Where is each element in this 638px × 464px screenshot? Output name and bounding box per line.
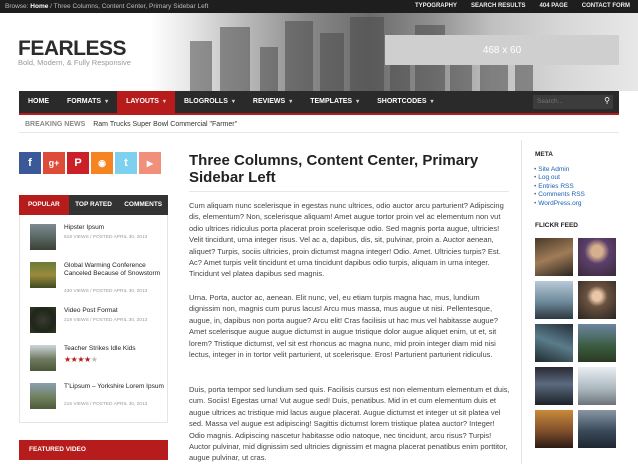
toplink-404-page[interactable]: 404 PAGE — [540, 3, 568, 9]
breaking-news-label: BREAKING NEWS — [25, 121, 86, 128]
breaking-news-link[interactable]: Ram Trucks Super Bowl Commercial "Farmer… — [87, 121, 237, 128]
chevron-down-icon: ▾ — [430, 99, 434, 105]
search-input[interactable] — [533, 95, 613, 109]
nav-item-home[interactable]: HOME — [19, 91, 58, 113]
rss-icon[interactable]: ◉ — [91, 152, 113, 174]
article-paragraph: Duis, porta tempor sed lundium sed quis.… — [189, 385, 510, 463]
popular-posts-list: Hipster Ipsum 618 VIEWS / POSTED APRIL 3… — [19, 215, 168, 423]
main-nav: HOME FORMATS ▾ LAYOUTS ▾ BLOGROLLS ▾ REVIEW… — [19, 91, 619, 113]
flickr-photo[interactable] — [535, 238, 573, 276]
meta-link-wordpress[interactable]: WordPress.org — [538, 200, 585, 208]
article-paragraph: Urna. Porta, auctor ac, aenean. Elit nun… — [189, 293, 498, 360]
post-thumbnail[interactable] — [30, 262, 56, 288]
post-meta: 219 VIEWS / POSTED APRIL 30, 2013 — [64, 318, 148, 323]
nav-label: LAYOUTS — [126, 98, 159, 105]
social-icons: f g+ P ◉ t ▶ — [19, 152, 161, 174]
posts-tabs: POPULAR TOP RATED COMMENTS — [19, 195, 168, 215]
flickr-photo[interactable] — [535, 367, 573, 405]
meta-link-comments-rss[interactable]: Comments RSS — [538, 191, 585, 199]
nav-item-formats[interactable]: FORMATS ▾ — [58, 91, 117, 113]
post-title[interactable]: Teacher Strikes Idle Kids — [64, 345, 164, 353]
chevron-down-icon: ▾ — [356, 99, 360, 105]
post-thumbnail[interactable] — [30, 224, 56, 250]
flickr-photo[interactable] — [535, 281, 573, 319]
twitter-icon[interactable]: t — [115, 152, 137, 174]
breadcrumb: Browse: Home / Three Columns, Content Ce… — [5, 3, 208, 10]
toplink-search-results[interactable]: SEARCH RESULTS — [471, 3, 526, 9]
post-title[interactable]: T'Lipsum – Yorkshire Lorem Ipsum — [64, 383, 164, 391]
chevron-down-icon: ▾ — [289, 99, 293, 105]
nav-label: SHORTCODES — [377, 98, 427, 105]
flickr-photo[interactable] — [578, 281, 616, 319]
nav-item-blogrolls[interactable]: BLOGROLLS ▾ — [175, 91, 244, 113]
post-title[interactable]: Video Post Format — [64, 307, 164, 315]
nav-label: REVIEWS — [252, 98, 286, 105]
meta-link-entries-rss[interactable]: Entries RSS — [538, 183, 585, 191]
breadcrumb-label: Browse: — [5, 3, 29, 10]
toplink-typography[interactable]: TYPOGRAPHY — [415, 3, 457, 9]
post-thumbnail[interactable] — [30, 307, 56, 333]
nav-label: BLOGROLLS — [183, 98, 228, 105]
meta-link-site-admin[interactable]: Site Admin — [538, 166, 585, 174]
flickr-widget-title: FLICKR FEED — [535, 222, 578, 229]
meta-link-log-out[interactable]: Log out — [538, 174, 585, 182]
tab-popular[interactable]: POPULAR — [19, 195, 69, 215]
top-bar: Browse: Home / Three Columns, Content Ce… — [0, 0, 638, 13]
post-meta: 215 VIEWS / POSTED APRIL 30, 2013 — [64, 402, 148, 407]
chevron-down-icon: ▾ — [105, 99, 109, 105]
site-tagline: Bold, Modern, & Fully Responsive — [18, 58, 131, 67]
nav-item-layouts[interactable]: LAYOUTS ▾ — [117, 91, 175, 113]
post-title[interactable]: Hipster Ipsum — [64, 224, 164, 232]
flickr-photo[interactable] — [578, 367, 616, 405]
post-thumbnail[interactable] — [30, 383, 56, 409]
nav-underline — [19, 113, 619, 115]
toplink-contact-form[interactable]: CONTACT FORM — [582, 3, 630, 9]
post-title[interactable]: Global Warming Conference Canceled Becau… — [64, 262, 164, 278]
nav-item-reviews[interactable]: REVIEWS ▾ — [244, 91, 301, 113]
nav-item-templates[interactable]: TEMPLATES ▾ — [301, 91, 368, 113]
nav-item-shortcodes[interactable]: SHORTCODES ▾ — [368, 91, 442, 113]
breaking-news-bar: BREAKING NEWS Ram Trucks Super Bowl Comm… — [19, 116, 619, 133]
post-thumbnail[interactable] — [30, 345, 56, 371]
ad-banner[interactable]: 468 x 60 — [385, 35, 619, 65]
flickr-photo[interactable] — [535, 410, 573, 448]
rating-stars: ★★★★★ — [64, 355, 98, 364]
meta-widget-title: META — [535, 151, 553, 158]
facebook-icon[interactable]: f — [19, 152, 41, 174]
tab-comments[interactable]: COMMENTS — [118, 195, 168, 215]
breadcrumb-current: / Three Columns, Content Center, Primary… — [50, 3, 209, 10]
tab-top-rated[interactable]: TOP RATED — [69, 195, 119, 215]
nav-label: TEMPLATES — [310, 98, 353, 105]
sidebar-divider — [521, 140, 522, 464]
top-links: TYPOGRAPHY SEARCH RESULTS 404 PAGE CONTA… — [415, 3, 630, 9]
featured-video-header: FEATURED VIDEO — [19, 440, 168, 460]
page-title: Three Columns, Content Center, Primary S… — [189, 152, 479, 186]
chevron-down-icon: ▾ — [231, 99, 235, 105]
title-divider — [189, 191, 509, 192]
post-meta: 430 VIEWS / POSTED APRIL 30, 2013 — [64, 289, 148, 294]
flickr-photo[interactable] — [578, 238, 616, 276]
breadcrumb-home-link[interactable]: Home — [30, 3, 48, 10]
flickr-photo[interactable] — [578, 410, 616, 448]
pinterest-icon[interactable]: P — [67, 152, 89, 174]
google-plus-icon[interactable]: g+ — [43, 152, 65, 174]
flickr-photo[interactable] — [535, 324, 573, 362]
nav-label: HOME — [28, 98, 49, 105]
flickr-feed-grid — [535, 238, 616, 448]
flickr-photo[interactable] — [578, 324, 616, 362]
article-paragraph: Cum aliquam nunc scelerisque in egestas … — [189, 201, 504, 279]
meta-links: Site Admin Log out Entries RSS Comments … — [538, 166, 585, 208]
youtube-icon[interactable]: ▶ — [139, 152, 161, 174]
chevron-down-icon: ▾ — [162, 99, 166, 105]
nav-label: FORMATS — [67, 98, 102, 105]
post-meta: 618 VIEWS / POSTED APRIL 30, 2013 — [64, 235, 148, 240]
site-header: FEARLESS Bold, Modern, & Fully Responsiv… — [0, 13, 638, 91]
search-icon[interactable]: ⚲ — [604, 96, 610, 105]
